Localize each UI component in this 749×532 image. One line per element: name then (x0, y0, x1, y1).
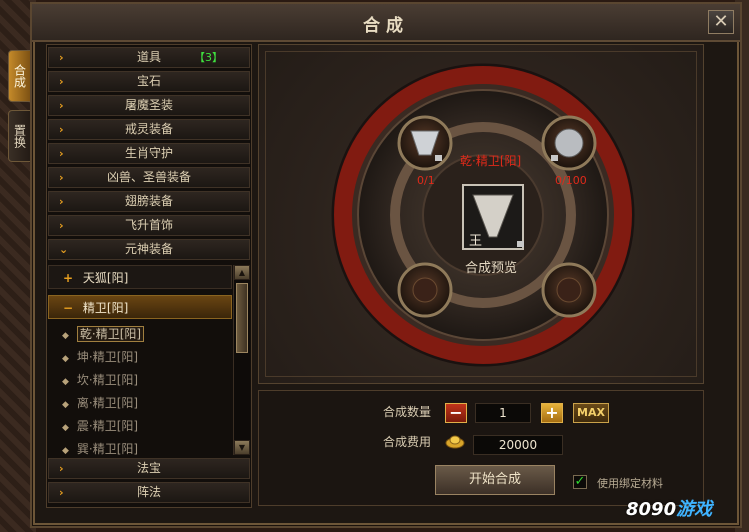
category-item[interactable]: › 翅膀装备 (48, 191, 250, 212)
right-material-count: 0/100 (555, 174, 587, 187)
minus-icon: − (63, 301, 74, 315)
item-label: 坤·精卫[阳] (76, 350, 139, 364)
category-label: 道具 (136, 50, 161, 64)
chevron-down-icon: ⌄ (59, 243, 69, 256)
logo-number: 8090 (626, 499, 677, 520)
close-icon[interactable]: ✕ (708, 10, 734, 34)
left-material-count: 0/1 (417, 174, 435, 187)
diamond-icon: ◆ (62, 446, 69, 456)
diamond-icon: ◆ (62, 423, 69, 433)
subcategory-item-open[interactable]: − 精卫[阳] (48, 295, 232, 319)
synthesis-controls: 合成数量 − 1 + MAX 合成费用 20000 开始合成 ✓ 使用绑定材料 (258, 390, 704, 506)
site-logo: 8090游戏 (626, 495, 712, 521)
cost-value: 20000 (473, 435, 563, 455)
list-item[interactable]: ◆ 震·精卫[阳] (48, 415, 232, 437)
preview-label: 合成预览 (465, 261, 518, 276)
arrow-right-icon: › (59, 195, 64, 208)
list-item[interactable]: ◆ 坎·精卫[阳] (48, 369, 232, 391)
beast-face-icon (412, 277, 438, 303)
subcategory-item[interactable]: + 天狐[阳] (48, 265, 232, 289)
category-item[interactable]: › 屠魔圣装 (48, 95, 250, 116)
category-label: 飞升首饰 (124, 218, 173, 232)
category-item[interactable]: › 道具 【3】 (48, 47, 250, 68)
arrow-right-icon: › (59, 99, 64, 112)
category-label: 宝石 (136, 74, 161, 88)
category-count: 【3】 (194, 51, 223, 64)
window-title: 合成 (363, 16, 409, 36)
list-item[interactable]: ◆ 离·精卫[阳] (48, 392, 232, 414)
category-item[interactable]: › 戒灵装备 (48, 119, 250, 140)
arrow-right-icon: › (59, 219, 64, 232)
diamond-icon: ◆ (62, 377, 69, 387)
arrow-right-icon: › (59, 147, 64, 160)
subcategory-label: 精卫[阳] (82, 301, 129, 315)
decrease-button[interactable]: − (445, 403, 467, 423)
subcategory-label: 天狐[阳] (82, 271, 129, 285)
diamond-icon: ◆ (62, 400, 69, 410)
scroll-down-icon[interactable]: ▼ (234, 440, 250, 455)
tab-replace[interactable]: 置换 (8, 110, 32, 162)
synthesis-wheel (331, 63, 635, 367)
max-button[interactable]: MAX (573, 403, 609, 423)
category-label: 凶兽、圣兽装备 (106, 170, 191, 184)
category-label: 翅膀装备 (124, 194, 173, 208)
category-list: › 道具 【3】 › 宝石 › 屠魔圣装 › 戒灵装备 › 生肖守护 › 凶兽、… (46, 44, 252, 508)
gold-ingot-icon (445, 433, 465, 449)
list-scrollbar[interactable]: ▲ ▼ (233, 265, 250, 455)
quantity-label: 合成数量 (383, 405, 432, 419)
use-bound-checkbox[interactable]: ✓ (573, 475, 587, 489)
plus-icon: + (63, 271, 74, 285)
arrow-right-icon: › (59, 486, 64, 499)
arrow-right-icon: › (59, 462, 64, 475)
title-bar: 合成 ✕ (32, 4, 740, 42)
diamond-icon: ◆ (62, 331, 69, 341)
item-level-label: 王 (469, 234, 483, 249)
category-label: 法宝 (136, 461, 161, 475)
start-synthesis-button[interactable]: 开始合成 (435, 465, 555, 495)
increase-button[interactable]: + (541, 403, 563, 423)
item-label: 巽·精卫[阳] (76, 442, 139, 456)
quantity-input[interactable]: 1 (475, 403, 531, 423)
category-item[interactable]: › 生肖守护 (48, 143, 250, 164)
scroll-thumb[interactable] (236, 283, 248, 353)
item-label: 乾·精卫[阳] (76, 326, 145, 342)
category-item[interactable]: › 法宝 (48, 458, 250, 479)
cost-label: 合成费用 (383, 435, 432, 449)
material-item-icon (554, 128, 584, 158)
logo-text: 游戏 (676, 499, 713, 520)
beast-face-icon (556, 277, 582, 303)
category-item[interactable]: › 飞升首饰 (48, 215, 250, 236)
list-item[interactable]: ◆ 乾·精卫[阳] (48, 323, 232, 345)
arrow-right-icon: › (59, 51, 64, 64)
category-label: 生肖守护 (124, 146, 173, 160)
synthesis-preview: 乾·精卫[阳] 0/1 0/100 王 合成预览 (258, 44, 704, 384)
diamond-icon: ◆ (62, 354, 69, 364)
list-item[interactable]: ◆ 巽·精卫[阳] (48, 438, 232, 460)
category-label: 阵法 (136, 485, 161, 499)
category-item-expanded[interactable]: ⌄ 元神装备 (48, 239, 250, 260)
category-item[interactable]: › 凶兽、圣兽装备 (48, 167, 250, 188)
arrow-right-icon: › (59, 75, 64, 88)
scroll-up-icon[interactable]: ▲ (234, 265, 250, 280)
category-label: 戒灵装备 (124, 122, 173, 136)
lock-icon (551, 155, 558, 161)
target-name: 乾·精卫[阳] (460, 154, 522, 168)
category-label: 屠魔圣装 (124, 98, 173, 112)
item-label: 坎·精卫[阳] (76, 373, 139, 387)
arrow-right-icon: › (59, 123, 64, 136)
use-bound-label: 使用绑定材料 (597, 477, 663, 490)
lock-icon (435, 155, 442, 161)
category-item[interactable]: › 阵法 (48, 482, 250, 503)
list-item[interactable]: ◆ 坤·精卫[阳] (48, 346, 232, 368)
arrow-right-icon: › (59, 171, 64, 184)
tab-synthesis[interactable]: 合成 (8, 50, 32, 102)
category-label: 元神装备 (124, 242, 173, 256)
category-item[interactable]: › 宝石 (48, 71, 250, 92)
lock-icon (517, 241, 524, 247)
item-label: 离·精卫[阳] (76, 396, 139, 410)
item-label: 震·精卫[阳] (76, 419, 139, 433)
